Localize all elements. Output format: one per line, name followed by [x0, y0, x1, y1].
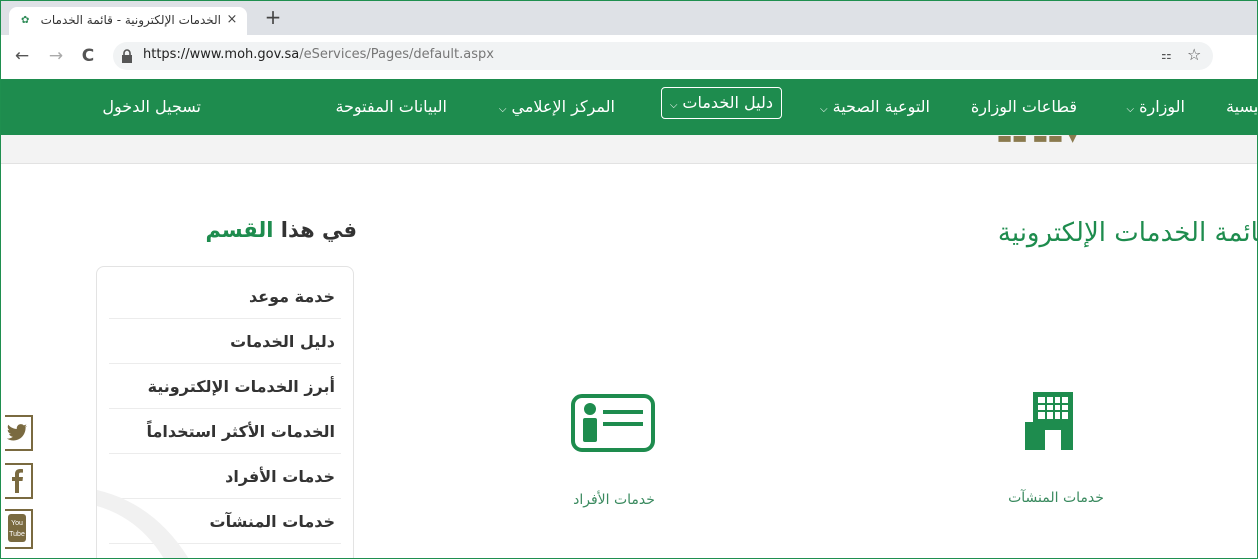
card-label: خدمات الأفراد [573, 492, 655, 508]
nav-item-sectors[interactable]: قطاعات الوزارة [971, 94, 1077, 120]
header-strip: ▬▬ ▬▬ ▾ [1, 135, 1257, 164]
chevron-down-icon: ⌵ [669, 100, 678, 111]
new-tab-button[interactable]: + [261, 7, 285, 29]
forward-button[interactable]: → [45, 45, 67, 67]
nav-item-ministry[interactable]: الوزارة⌵ [1127, 94, 1185, 120]
page-title: قائمة الخدمات الإلكترونية [997, 218, 1258, 248]
reload-button[interactable]: C [77, 45, 99, 67]
svg-text:Tube: Tube [9, 531, 25, 538]
login-link[interactable]: تسجيل الدخول [102, 94, 201, 120]
nav-item-health-awareness[interactable]: التوعية الصحية⌵ [820, 94, 930, 120]
twitter-icon [6, 424, 28, 441]
header-logo-fragment: ▬▬ ▬▬ ▾ [997, 135, 1077, 147]
lock-icon [122, 49, 132, 63]
building-icon [1025, 392, 1073, 450]
watermark-shape [97, 490, 189, 558]
card-label: خدمات المنشآت [1008, 490, 1104, 506]
service-card-individuals[interactable]: خدمات الأفراد [529, 394, 699, 534]
menu-item-services-guide[interactable]: دليل الخدمات [109, 320, 341, 364]
facebook-button[interactable] [5, 463, 33, 499]
translate-icon[interactable]: ⚏ [1161, 48, 1179, 64]
chevron-down-icon: ⌵ [1126, 104, 1135, 115]
youtube-button[interactable]: You Tube [5, 509, 33, 549]
nav-item-media-center[interactable]: المركز الإعلامي⌵ [499, 94, 615, 120]
chevron-down-icon: ⌵ [498, 104, 507, 115]
tab-strip: ✿ الخدمات الإلكترونية - قائمة الخدمات × … [1, 1, 1257, 35]
menu-item-appointment[interactable]: خدمة موعد [109, 275, 341, 319]
back-button[interactable]: ← [11, 45, 33, 67]
close-tab-icon[interactable]: × [225, 13, 239, 27]
twitter-button[interactable] [5, 415, 33, 451]
menu-item-top-eservices[interactable]: أبرز الخدمات الإلكترونية [109, 365, 341, 409]
id-card-icon [571, 394, 655, 452]
svg-text:You: You [11, 520, 23, 527]
bookmark-star-icon[interactable]: ☆ [1187, 46, 1205, 64]
browser-window: ✿ الخدمات الإلكترونية - قائمة الخدمات × … [0, 0, 1258, 559]
main-navigation: ئيسية الوزارة⌵ قطاعات الوزارة التوعية ال… [1, 79, 1257, 135]
address-bar: ← → C https://www.moh.gov.sa/eServices/P… [1, 35, 1257, 80]
favicon-icon: ✿ [21, 15, 30, 26]
youtube-icon: You Tube [8, 514, 26, 542]
section-title: في هذا القسم [205, 218, 357, 242]
facebook-icon [12, 469, 23, 493]
nav-item-home[interactable]: ئيسية [1226, 94, 1257, 120]
nav-item-services-guide[interactable]: دليل الخدمات⌵ [660, 87, 782, 119]
service-card-establishments[interactable]: خدمات المنشآت [971, 386, 1141, 526]
url-field[interactable]: https://www.moh.gov.sa/eServices/Pages/d… [113, 42, 1213, 70]
tab-title: الخدمات الإلكترونية - قائمة الخدمات [40, 13, 221, 27]
url-text: https://www.moh.gov.sa/eServices/Pages/d… [143, 47, 494, 62]
menu-item-most-used[interactable]: الخدمات الأكثر استخداماً [109, 410, 341, 454]
nav-item-open-data[interactable]: البيانات المفتوحة [335, 94, 447, 120]
main-content: قائمة الخدمات الإلكترونية في هذا القسم خ… [1, 164, 1258, 558]
browser-tab[interactable]: ✿ الخدمات الإلكترونية - قائمة الخدمات × [9, 7, 247, 35]
chevron-down-icon: ⌵ [820, 104, 828, 115]
